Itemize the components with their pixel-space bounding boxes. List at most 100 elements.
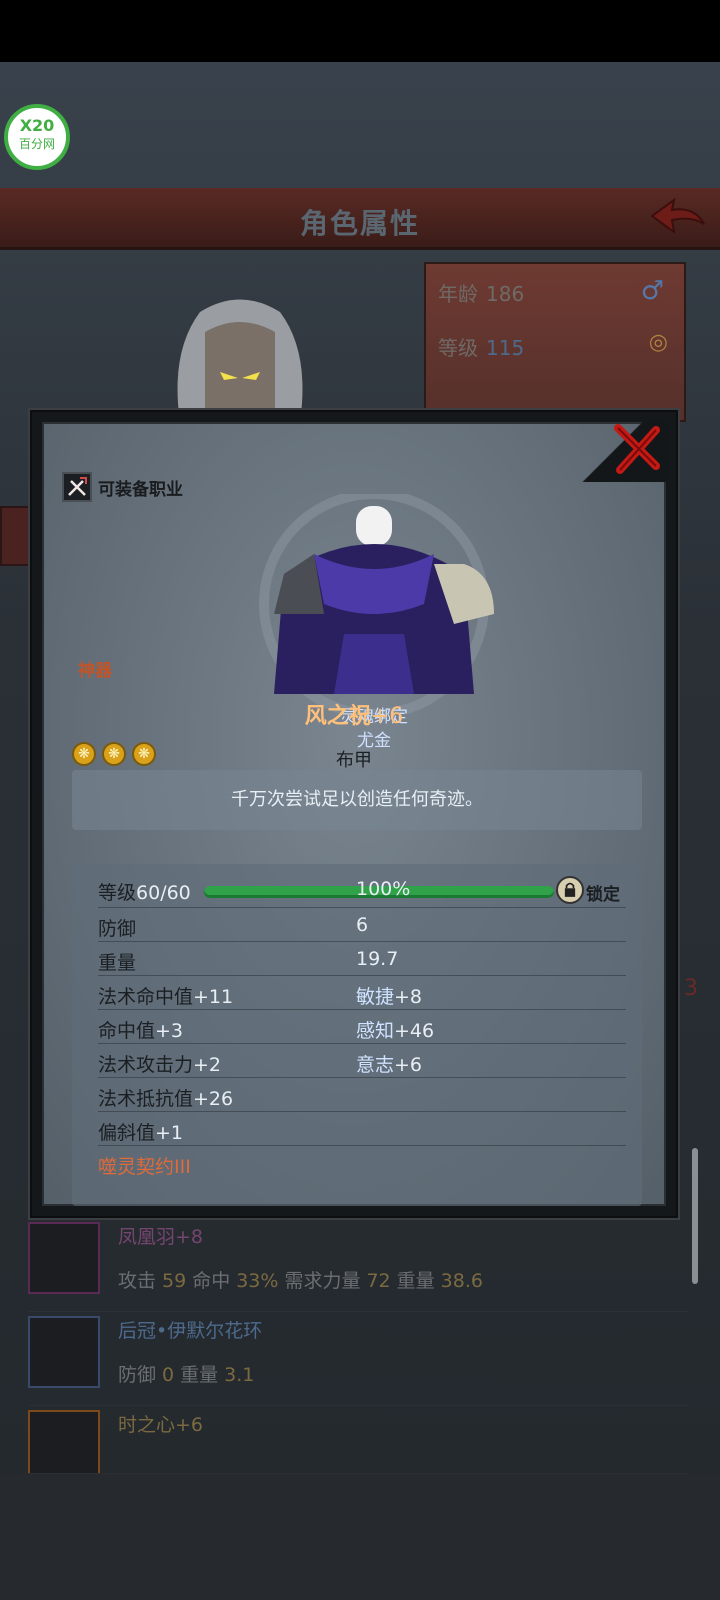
weapon-class-icon — [62, 472, 92, 502]
site-watermark-logo: X20 百分网 — [4, 104, 70, 170]
stat-row: 命中值+3 感知+46 — [98, 1010, 626, 1044]
attribute-value: +8 — [394, 986, 423, 1008]
stat-label: 偏斜值 — [98, 1122, 156, 1144]
stat-value: 0 — [162, 1364, 175, 1386]
stat-left: 噬灵契约III — [98, 1152, 191, 1179]
level-label: 等级 — [438, 336, 478, 360]
stat-value: 33% — [236, 1270, 279, 1292]
attribute-label: 敏捷 — [356, 986, 395, 1008]
list-item[interactable]: 时之心+6 — [28, 1410, 688, 1474]
stat-value: 3.1 — [224, 1364, 255, 1386]
item-enhance-level: +6 — [370, 704, 404, 729]
stat-label: 重量 — [98, 952, 137, 974]
stat-label: 法术攻击力 — [98, 1054, 194, 1076]
stat-value: 38.6 — [440, 1270, 483, 1292]
item-description: 千万次尝试足以创造任何奇迹。 — [72, 770, 642, 830]
item-level-row: 等级60/60 100% 锁定 — [98, 872, 626, 908]
stat-right: 敏捷+8 — [356, 982, 422, 1009]
stat-key: 重量 — [396, 1270, 435, 1292]
age-label: 年龄 — [438, 282, 478, 306]
item-level: 等级60/60 — [98, 878, 191, 905]
rings-icon: ◎ — [648, 330, 668, 355]
stat-value: 72 — [366, 1270, 391, 1292]
stat-value: +3 — [155, 1020, 184, 1042]
stat-row: 防御 6 — [98, 908, 626, 942]
stat-key: 攻击 — [118, 1270, 157, 1292]
stat-left: 命中值+3 — [98, 1016, 183, 1043]
page-title: 角色属性 — [299, 207, 420, 240]
item-detail-dialog: 可装备职业 神器 灵魂绑定 尤金 风之祝+6 ❋ ❋ ❋ 布甲 千万次尝试足以创… — [30, 410, 678, 1218]
age-value: 186 — [486, 282, 525, 306]
list-item[interactable]: 后冠•伊默尔花环 防御 0 重量 3.1 — [28, 1316, 688, 1406]
stat-row: 法术抵抗值+26 — [98, 1078, 626, 1112]
item-name: 风之祝+6 — [44, 698, 664, 730]
stat-row: 重量 19.7 — [98, 942, 626, 976]
list-item-stats: 防御 0 重量 3.1 — [118, 1360, 260, 1387]
attribute-label: 意志 — [356, 1054, 395, 1076]
equippable-class-label: 可装备职业 — [98, 479, 183, 500]
scrollbar[interactable] — [692, 1148, 698, 1284]
character-info-card: 年龄 186 ♂ 等级 115 ◎ — [424, 262, 686, 422]
attribute-label: 感知 — [356, 1020, 395, 1042]
watermark-top-text: X20 — [19, 116, 55, 135]
stat-left: 法术攻击力+2 — [98, 1050, 221, 1077]
stat-value: 6 — [356, 914, 369, 936]
stat-right: 感知+46 — [356, 1016, 434, 1043]
level-value: 115 — [486, 336, 525, 360]
stat-label: 命中值 — [98, 1020, 156, 1042]
list-item[interactable]: 凤凰羽+8 攻击 59 命中 33% 需求力量 72 重量 38.6 — [28, 1222, 688, 1312]
side-tab[interactable] — [0, 506, 32, 566]
stat-label: 法术命中值 — [98, 986, 194, 1008]
stat-row: 偏斜值+1 — [98, 1112, 626, 1146]
list-item-name: 时之心+6 — [118, 1414, 204, 1436]
curse-label: 噬灵契约III — [98, 1156, 191, 1178]
lock-icon[interactable] — [556, 876, 584, 904]
stat-value: +1 — [155, 1122, 184, 1144]
item-level-value: 60/60 — [136, 882, 191, 904]
stat-value: 19.7 — [356, 948, 399, 970]
rarity-label: 神器 — [78, 661, 112, 681]
stat-value: +2 — [193, 1054, 222, 1076]
item-detail-panel: 可装备职业 神器 灵魂绑定 尤金 风之祝+6 ❋ ❋ ❋ 布甲 千万次尝试足以创… — [42, 420, 668, 1206]
character-portrait — [160, 299, 303, 422]
back-arrow-icon[interactable] — [648, 194, 708, 242]
stat-key: 需求力量 — [284, 1270, 361, 1292]
curse-row: 噬灵契约III — [98, 1146, 626, 1180]
stat-key: 命中 — [192, 1270, 231, 1292]
close-corner — [576, 420, 668, 482]
stat-value: +26 — [193, 1088, 234, 1110]
attribute-value: +46 — [394, 1020, 435, 1042]
level-line: 等级 115 — [438, 332, 524, 361]
lock-label[interactable]: 锁定 — [586, 880, 620, 905]
age-line: 年龄 186 — [438, 278, 524, 307]
stat-left: 法术抵抗值+26 — [98, 1084, 233, 1111]
stat-key: 防御 — [118, 1364, 157, 1386]
item-name-text: 风之祝 — [304, 704, 371, 729]
armor-image: 灵魂绑定 尤金 — [244, 489, 504, 751]
item-thumbnail — [28, 1410, 100, 1473]
list-item-stats: 攻击 59 命中 33% 需求力量 72 重量 38.6 — [118, 1266, 489, 1293]
attribute-value: +6 — [394, 1054, 423, 1076]
list-item-name: 凤凰羽+8 — [118, 1226, 204, 1248]
bottom-bar — [0, 1474, 720, 1600]
stat-left: 偏斜值+1 — [98, 1118, 183, 1145]
stat-left: 法术命中值+11 — [98, 982, 233, 1009]
watermark-bottom-text: 百分网 — [18, 137, 55, 151]
item-level-label: 等级 — [98, 882, 137, 904]
male-icon: ♂ — [640, 276, 664, 306]
item-thumbnail — [28, 1222, 100, 1294]
stat-right: 意志+6 — [356, 1050, 422, 1077]
equippable-class-tag[interactable]: 可装备职业 — [62, 472, 183, 502]
armor-type: 布甲 — [336, 750, 372, 771]
item-stats-table: 等级60/60 100% 锁定 防御 6 重量 19.7 法术命中值+11 敏捷… — [72, 864, 642, 1206]
armor-icon — [259, 489, 494, 719]
level-progress-percent: 100% — [356, 878, 411, 900]
stat-value: 59 — [162, 1270, 187, 1292]
header-bar: 角色属性 — [0, 188, 720, 250]
item-thumbnail — [28, 1316, 100, 1388]
close-icon[interactable] — [608, 420, 666, 478]
stat-row: 法术命中值+11 敏捷+8 — [98, 976, 626, 1010]
list-item-name: 后冠•伊默尔花环 — [118, 1320, 263, 1342]
stat-row: 法术攻击力+2 意志+6 — [98, 1044, 626, 1078]
side-number: 3 — [684, 976, 698, 1001]
